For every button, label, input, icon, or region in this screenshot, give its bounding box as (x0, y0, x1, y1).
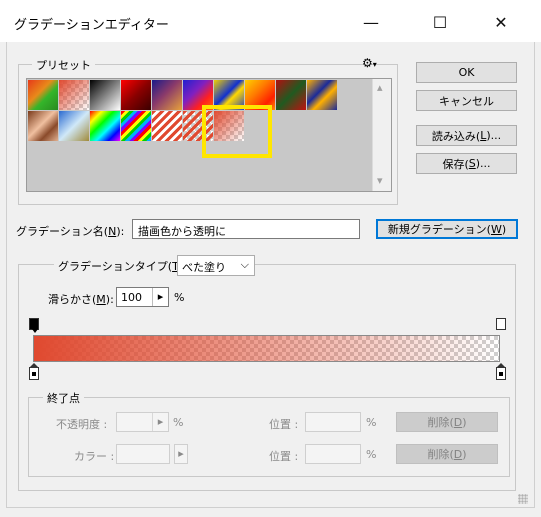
opacity-slider-arrow[interactable]: ▸ (152, 413, 168, 431)
gradient-type-label: グラデーションタイプ(T): (54, 258, 191, 274)
gradient-name-label: グラデーション名(N): (16, 225, 125, 238)
load-label: 読み込み( (431, 129, 481, 143)
preset-swatch[interactable] (152, 80, 182, 110)
window-title: グラデーションエディター (14, 18, 169, 33)
opacity-location-input[interactable] (305, 412, 361, 432)
color-menu-arrow[interactable]: ▸ (174, 444, 188, 464)
presets-menu-button[interactable]: ⚙▾ (362, 56, 377, 70)
location-unit-color: % (366, 448, 377, 461)
selection-highlight (202, 105, 272, 158)
preset-swatch[interactable] (90, 80, 120, 110)
caret-icon: ▾ (372, 60, 377, 69)
location-label: 位置 : (269, 418, 299, 431)
gradient-name-input[interactable]: 描画色から透明に (132, 219, 360, 239)
chevron-down-icon: ⌵ (240, 258, 249, 271)
gradient-name-value: 描画色から透明に (138, 225, 226, 238)
gradient-type-value: べた塗り (182, 261, 226, 274)
preset-swatch[interactable] (90, 111, 120, 141)
title-bar: グラデーションエディター — ☐ ✕ (0, 0, 541, 42)
color-stop-right[interactable] (496, 367, 506, 380)
opacity-stop-right[interactable] (496, 318, 506, 330)
load-button[interactable]: 読み込み(L)... (416, 125, 517, 146)
ok-button[interactable]: OK (416, 62, 517, 83)
opacity-input[interactable]: ▸ (116, 412, 169, 432)
preset-swatch[interactable] (59, 111, 89, 141)
smoothness-unit: % (174, 291, 185, 304)
save-label: 保存( (442, 157, 469, 171)
preset-swatch[interactable] (28, 111, 58, 141)
resize-grip[interactable] (518, 494, 528, 504)
opacity-label: 不透明度 : (56, 418, 108, 431)
smoothness-slider-arrow[interactable]: ▸ (152, 288, 168, 306)
opacity-stop-left-pointer (32, 329, 38, 333)
location-unit: % (366, 416, 377, 429)
gradient-preview-bar[interactable] (33, 335, 500, 362)
color-swatch-field[interactable] (116, 444, 170, 464)
delete-opacity-stop-button[interactable]: 削除(D) (396, 412, 498, 432)
save-button[interactable]: 保存(S)... (416, 153, 517, 174)
location-label-color: 位置 : (269, 450, 299, 463)
stops-group-label: 終了点 (43, 390, 84, 406)
close-icon: ✕ (494, 12, 508, 32)
color-stop-left[interactable] (29, 367, 39, 380)
smoothness-label: 滑らかさ(M): (48, 293, 114, 306)
load-label-end: )... (486, 129, 502, 142)
save-accesskey: S (468, 157, 476, 170)
scroll-down-icon[interactable]: ▾ (377, 174, 383, 187)
smoothness-input[interactable]: 100 ▸ (116, 287, 169, 307)
preset-scrollbar[interactable]: ▴ ▾ (372, 79, 391, 191)
opacity-unit: % (173, 416, 184, 429)
color-label: カラー : (74, 450, 115, 463)
gear-icon: ⚙ (362, 56, 373, 70)
preset-swatch[interactable] (276, 80, 306, 110)
gradient-type-select[interactable]: べた塗り ⌵ (177, 255, 255, 276)
close-button[interactable]: ✕ (478, 8, 524, 36)
save-label-end: )... (475, 157, 491, 170)
color-menu-arrow-icon: ▸ (178, 447, 184, 460)
preset-swatch[interactable] (307, 80, 337, 110)
color-location-input[interactable] (305, 444, 361, 464)
preset-swatch[interactable] (121, 111, 151, 141)
presets-label: プリセット (32, 57, 95, 73)
stops-group (28, 397, 510, 477)
scroll-up-icon[interactable]: ▴ (377, 81, 383, 94)
maximize-button[interactable]: ☐ (417, 8, 463, 36)
minimize-button[interactable]: — (348, 8, 394, 36)
preset-swatch[interactable] (59, 80, 89, 110)
preset-swatch-area (26, 78, 392, 192)
cancel-button[interactable]: キャンセル (416, 90, 517, 111)
maximize-icon: ☐ (432, 12, 448, 32)
preset-swatch[interactable] (121, 80, 151, 110)
preset-swatch[interactable] (28, 80, 58, 110)
delete-color-stop-button[interactable]: 削除(D) (396, 444, 498, 464)
minimize-icon: — (363, 12, 379, 32)
smoothness-value: 100 (121, 291, 142, 304)
preset-swatch[interactable] (152, 111, 182, 141)
gradient-fill (34, 336, 499, 361)
new-gradient-button[interactable]: 新規グラデーション(W) (376, 219, 518, 239)
